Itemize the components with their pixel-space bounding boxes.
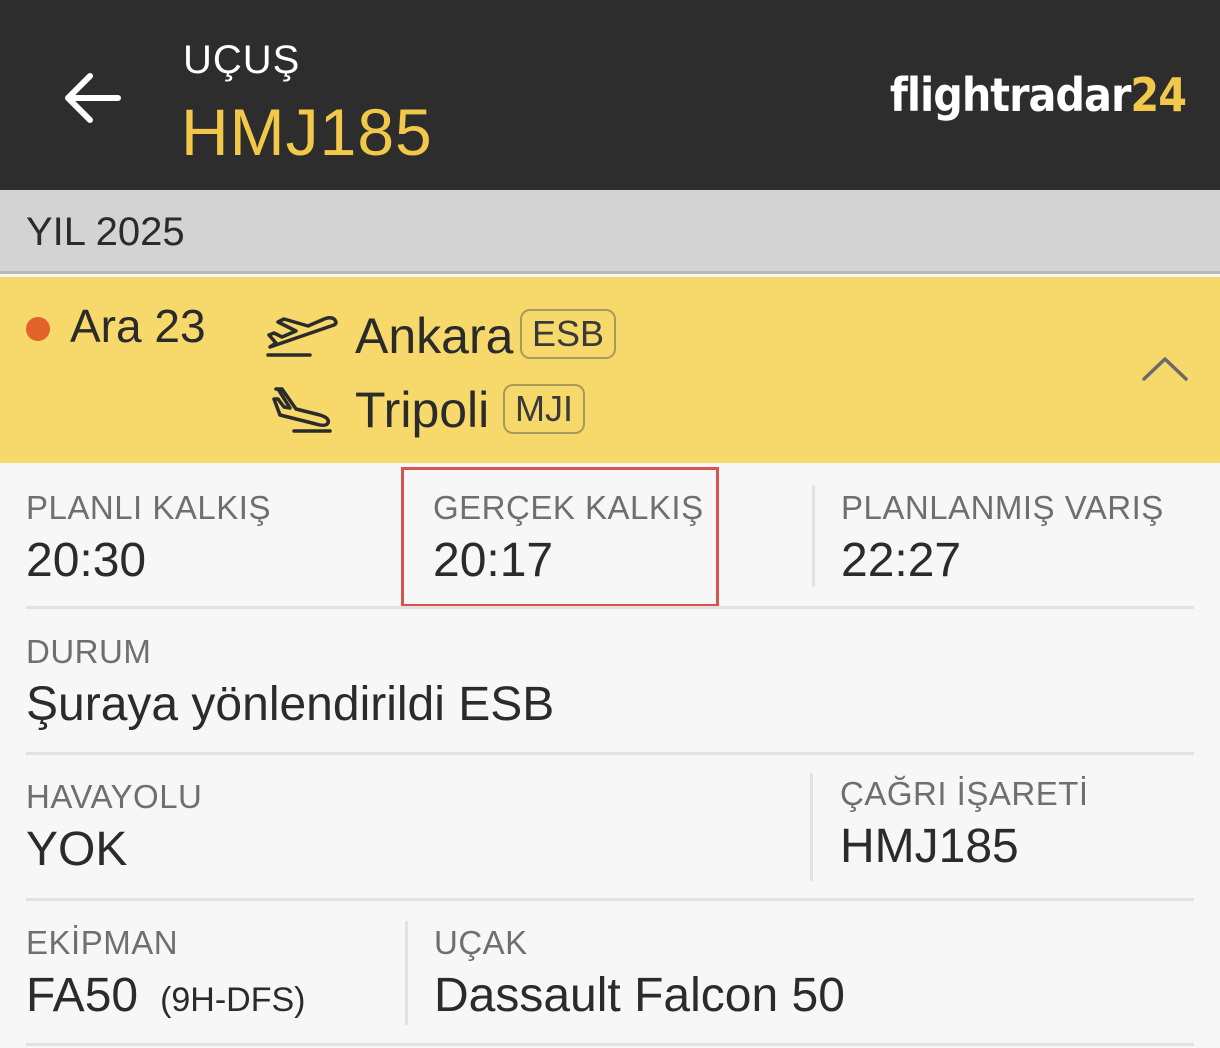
flight-row-expanded[interactable]: Ara 23 Ankara ESB Tripoli MJI <box>0 277 1220 463</box>
aircraft-cell: UÇAK Dassault Falcon 50 <box>434 924 845 1023</box>
arrival-city: Tripoli <box>355 382 490 438</box>
status-cell: DURUM Şuraya yönlendirildi ESB <box>26 633 554 732</box>
brand-number: 24 <box>1130 68 1187 122</box>
departure-city: Ankara <box>355 308 514 364</box>
registration-value: (9H-DFS) <box>160 981 306 1019</box>
equipment-type: FA50 <box>26 969 139 1022</box>
callsign-cell: ÇAĞRI İŞARETİ HMJ185 <box>840 775 1089 874</box>
landing-plane-icon <box>272 387 332 433</box>
actual-departure-value: 20:17 <box>433 534 554 587</box>
header-label: UÇUŞ <box>183 38 301 82</box>
year-label: YIL 2025 <box>26 210 185 254</box>
aircraft-label: UÇAK <box>434 924 528 961</box>
flight-date: Ara 23 <box>70 300 206 352</box>
column-divider <box>405 921 408 1025</box>
flightradar24-logo: flightradar24 <box>889 68 1187 122</box>
row-divider <box>26 606 1194 609</box>
airline-cell: HAVAYOLU YOK <box>26 778 202 877</box>
column-divider <box>810 773 813 881</box>
actual-departure-cell: GERÇEK KALKIŞ 20:17 <box>433 489 704 588</box>
brand-text: flightradar <box>889 68 1132 122</box>
flight-number-title: HMJ185 <box>181 95 433 169</box>
row-divider <box>26 898 1194 901</box>
scheduled-departure-cell: PLANLI KALKIŞ 20:30 <box>26 489 271 588</box>
scheduled-departure-value: 20:30 <box>26 534 147 587</box>
app-header: UÇUŞ HMJ185 flightradar24 <box>0 0 1220 190</box>
row-divider <box>26 752 1194 755</box>
scheduled-arrival-value: 22:27 <box>841 534 962 587</box>
status-value: Şuraya yönlendirildi ESB <box>26 678 555 731</box>
row-divider <box>26 1043 1194 1046</box>
actual-departure-label: GERÇEK KALKIŞ <box>433 489 704 526</box>
airline-value: YOK <box>26 823 128 876</box>
scheduled-arrival-label: PLANLANMIŞ VARIŞ <box>841 489 1164 526</box>
back-arrow-icon <box>65 73 121 123</box>
status-label: DURUM <box>26 633 152 670</box>
takeoff-plane-icon <box>266 315 338 357</box>
callsign-value: HMJ185 <box>840 820 1019 873</box>
chevron-up-icon[interactable] <box>1140 353 1190 385</box>
column-divider <box>812 485 815 587</box>
equipment-label: EKİPMAN <box>26 924 179 961</box>
callsign-label: ÇAĞRI İŞARETİ <box>840 775 1089 812</box>
status-dot <box>26 317 50 341</box>
year-section-header: YIL 2025 <box>0 190 1220 274</box>
scheduled-departure-label: PLANLI KALKIŞ <box>26 489 271 526</box>
back-button[interactable] <box>60 66 124 130</box>
flight-details-panel: PLANLI KALKIŞ 20:30 GERÇEK KALKIŞ 20:17 … <box>0 463 1220 1048</box>
equipment-cell: EKİPMAN FA50 (9H-DFS) <box>26 924 306 1023</box>
aircraft-value: Dassault Falcon 50 <box>434 969 845 1022</box>
arrival-code-badge: MJI <box>503 384 585 434</box>
scheduled-arrival-cell: PLANLANMIŞ VARIŞ 22:27 <box>841 489 1164 588</box>
airline-label: HAVAYOLU <box>26 778 203 815</box>
equipment-value: FA50 (9H-DFS) <box>26 968 306 1023</box>
departure-code-badge: ESB <box>520 309 617 359</box>
